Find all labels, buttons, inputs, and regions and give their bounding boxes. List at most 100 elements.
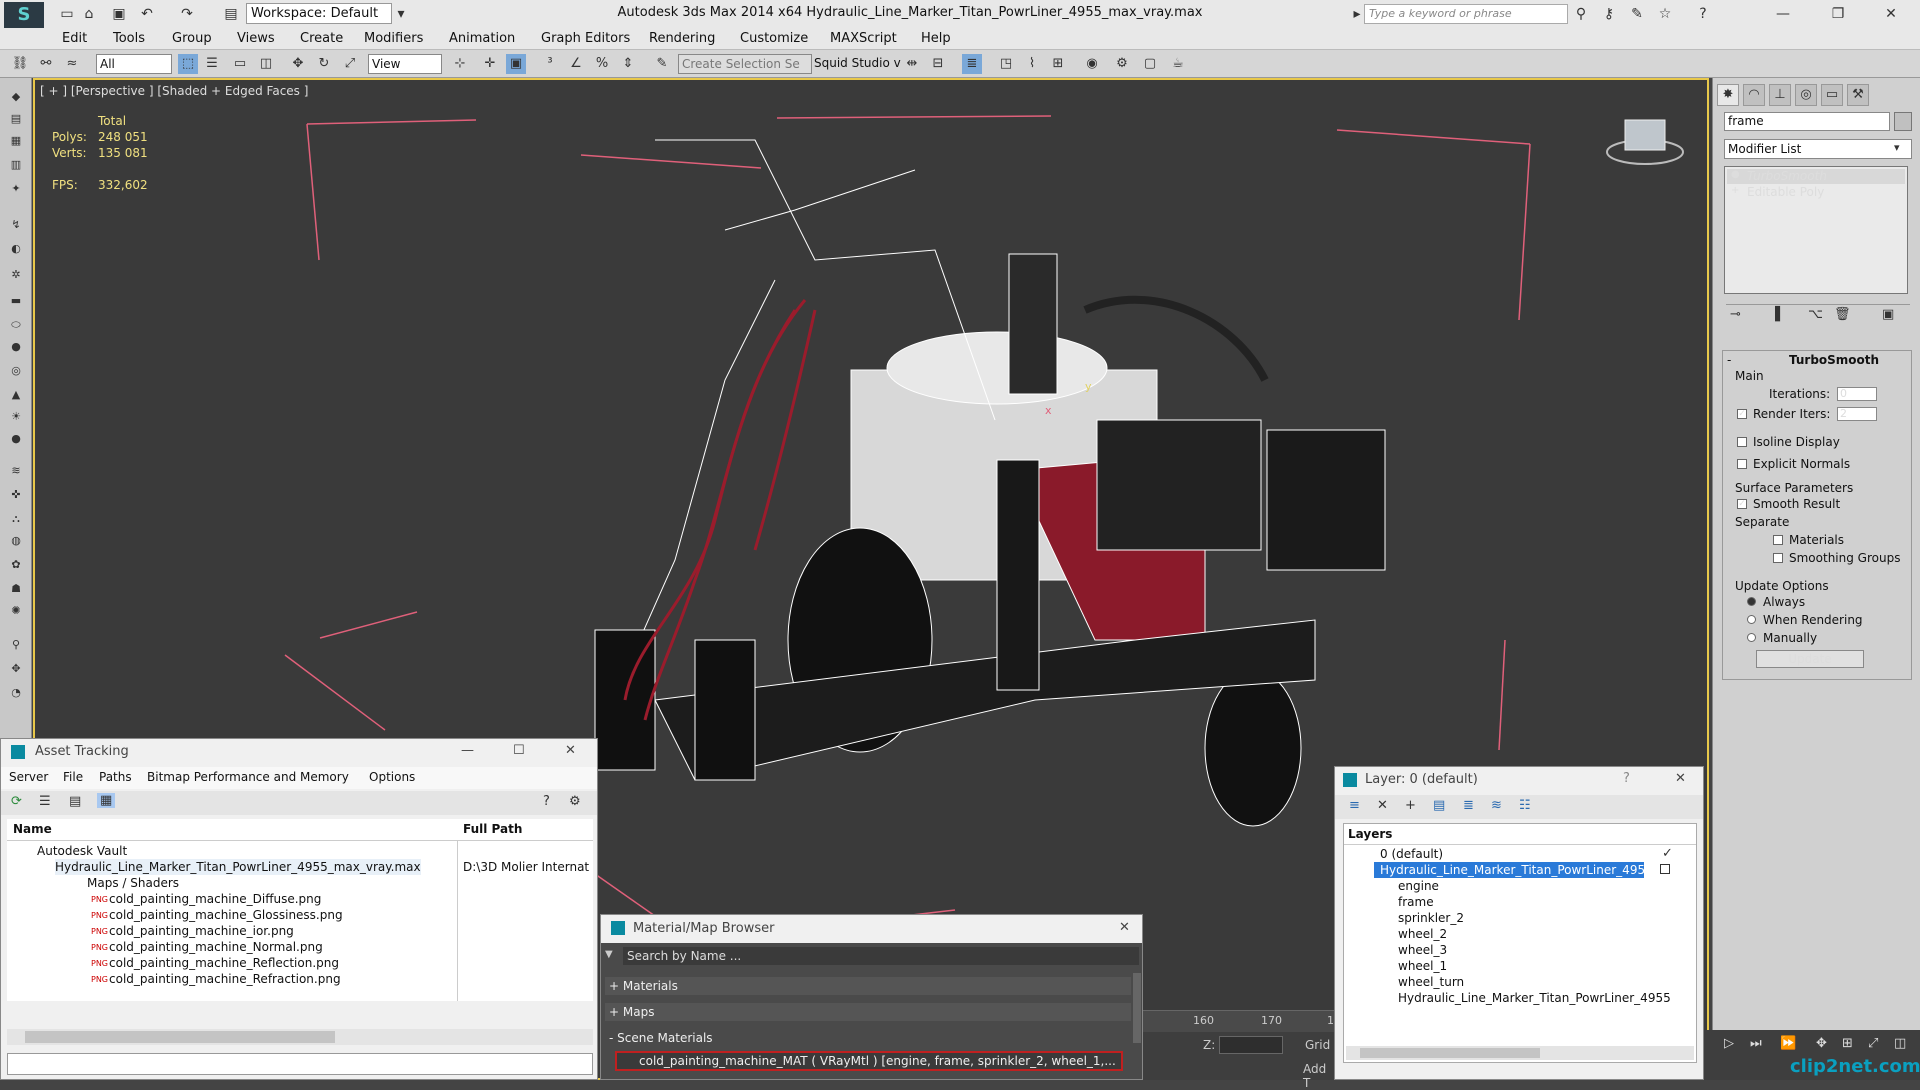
create-layer-icon[interactable]: ≡	[1349, 798, 1360, 813]
timeline-track[interactable]: 160 170 1	[1143, 1010, 1334, 1032]
menu-help[interactable]: Help	[921, 31, 951, 46]
display-tab-icon[interactable]: ▭	[1821, 84, 1843, 106]
menu-create[interactable]: Create	[300, 31, 343, 46]
curve-editor-icon[interactable]: ⌇	[1022, 54, 1042, 74]
layer-object-wheel-3[interactable]: wheel_3	[1398, 942, 1447, 958]
box-icon[interactable]: ▬	[6, 294, 26, 310]
sphere-icon[interactable]: ●	[6, 340, 26, 356]
object-color-swatch[interactable]	[1894, 112, 1912, 131]
open-file-icon[interactable]: ⌂	[80, 5, 98, 23]
rollout-title[interactable]: TurboSmooth	[1789, 353, 1879, 367]
update-button[interactable]: Update	[1756, 650, 1864, 668]
modifier-list-dropdown[interactable]: Modifier List	[1724, 139, 1912, 159]
light-icon[interactable]: ☀	[6, 410, 26, 426]
named-selection-dropdown[interactable]: Create Selection Se	[678, 54, 812, 74]
pin-stack-icon[interactable]: ⊸	[1730, 307, 1741, 322]
maximize-button[interactable]: ❐	[1823, 4, 1853, 24]
create-tab-icon[interactable]: ✸	[1717, 84, 1739, 106]
menu-views[interactable]: Views	[237, 31, 275, 46]
select-by-name-icon[interactable]: ☰	[202, 54, 222, 74]
close-button[interactable]: ✕	[1876, 4, 1906, 24]
window-crossing-icon[interactable]: ◫	[256, 54, 276, 74]
utilities-tab-icon[interactable]: ⚒	[1847, 84, 1869, 106]
pan-icon[interactable]: ✥	[6, 662, 26, 678]
unlink-icon[interactable]: ⚯	[36, 54, 56, 74]
squid-studio-label[interactable]: Squid Studio v	[814, 56, 901, 70]
spinner-snap-icon[interactable]: ⇕	[618, 54, 638, 74]
align-icon[interactable]: ⊟	[928, 54, 948, 74]
iterations-spinner[interactable]: 0	[1837, 387, 1877, 401]
scrollbar-thumb[interactable]	[1360, 1048, 1540, 1058]
when-rendering-radio[interactable]	[1747, 615, 1756, 624]
table-view-icon[interactable]: ▦	[97, 793, 116, 808]
menu-maxscript[interactable]: MAXScript	[830, 31, 897, 46]
particle-icon[interactable]: ✺	[6, 604, 26, 620]
layer-object-wheel-2[interactable]: wheel_2	[1398, 926, 1447, 942]
refresh-icon[interactable]: ⟳	[11, 794, 22, 809]
hide-all-layers-icon[interactable]: ≋	[1491, 798, 1502, 813]
vertical-scrollbar[interactable]	[1133, 973, 1141, 1043]
viewport-label[interactable]: [ + ] [Perspective ] [Shaded + Edged Fac…	[40, 84, 308, 98]
thumbnail-icon[interactable]: ▤	[69, 794, 81, 809]
hierarchy-tab-icon[interactable]: ⊥	[1769, 84, 1791, 106]
snap-toggle-icon[interactable]: ³	[540, 54, 560, 74]
render-iters-spinner[interactable]: 2	[1837, 407, 1877, 421]
explicit-normals-checkbox[interactable]	[1737, 459, 1747, 469]
scene-material-item[interactable]: cold_painting_machine_MAT ( VRayMtl ) [e…	[615, 1051, 1123, 1071]
tool-icon-8[interactable]: ✲	[6, 268, 26, 284]
table-row[interactable]: cold_painting_machine_Reflection.png	[109, 955, 339, 971]
tool-icon-1[interactable]: ◆	[6, 90, 26, 106]
motion-tab-icon[interactable]: ◎	[1795, 84, 1817, 106]
menu-rendering[interactable]: Rendering	[649, 31, 715, 46]
isoline-display-checkbox[interactable]	[1737, 437, 1747, 447]
remove-modifier-icon[interactable]: 🗑	[1834, 307, 1851, 322]
chevron-down-icon[interactable]: ▾	[392, 5, 410, 23]
layer-object-root[interactable]: Hydraulic_Line_Marker_Titan_PowrLiner_49…	[1398, 990, 1671, 1006]
cylinder-icon[interactable]: ⬭	[6, 318, 26, 334]
layer-item-default[interactable]: 0 (default)	[1380, 846, 1443, 862]
minimize-button[interactable]: —	[461, 743, 474, 758]
close-button[interactable]: ✕	[1119, 920, 1130, 935]
modifier-editable-poly[interactable]: Editable Poly	[1727, 185, 1905, 200]
schematic-view-icon[interactable]: ⊞	[1048, 54, 1068, 74]
select-in-layer-icon[interactable]: ▤	[1433, 798, 1445, 813]
table-row[interactable]: cold_painting_machine_Diffuse.png	[109, 891, 321, 907]
rotate-icon[interactable]: ↻	[314, 54, 334, 74]
ref-coord-dropdown[interactable]: View	[368, 54, 442, 74]
selection-filter-dropdown[interactable]: All	[96, 54, 172, 74]
menu-animation[interactable]: Animation	[449, 31, 515, 46]
materials-checkbox[interactable]	[1773, 535, 1783, 545]
zoom-icon[interactable]: ⚲	[6, 638, 26, 654]
save-icon[interactable]: ▣	[110, 5, 128, 23]
smoothing-groups-checkbox[interactable]	[1773, 553, 1783, 563]
geosphere-icon[interactable]: ●	[6, 432, 26, 448]
select-manipulate-icon[interactable]: ✛	[480, 54, 500, 74]
field-of-view-icon[interactable]: ⊞	[1842, 1036, 1853, 1051]
select-object-icon[interactable]: ⬚	[178, 54, 198, 74]
layer-object-sprinkler[interactable]: sprinkler_2	[1398, 910, 1464, 926]
menu-paths[interactable]: Paths	[99, 770, 132, 784]
redo-icon[interactable]: ↷	[178, 5, 196, 23]
new-file-icon[interactable]: ▭	[58, 5, 76, 23]
column-name-header[interactable]: Name	[13, 822, 52, 836]
render-iters-checkbox[interactable]: ✓	[1737, 409, 1747, 419]
search-input[interactable]: Type a keyword or phrase	[1364, 4, 1568, 24]
communication-icon[interactable]: ✎	[1628, 5, 1646, 23]
object-name-field[interactable]: frame	[1724, 112, 1890, 131]
table-row[interactable]: cold_painting_machine_ior.png	[109, 923, 294, 939]
cone-icon[interactable]: ▲	[6, 388, 26, 404]
viewcube-icon[interactable]	[1624, 119, 1666, 151]
table-row[interactable]: Autodesk Vault	[37, 843, 127, 859]
render-teapot-icon[interactable]: ☕	[1168, 54, 1188, 74]
table-row[interactable]: Maps / Shaders	[87, 875, 179, 891]
binoculars-icon[interactable]: ⚲	[1572, 5, 1590, 23]
pan-view-icon[interactable]: ⤢	[1868, 1036, 1878, 1051]
table-row[interactable]: cold_painting_machine_Glossiness.png	[109, 907, 343, 923]
expand-plus-icon[interactable]: +	[1731, 185, 1739, 196]
menu-file[interactable]: File	[63, 770, 83, 784]
menu-group[interactable]: Group	[172, 31, 212, 46]
tool-icon-6[interactable]: ↯	[6, 218, 26, 234]
list-icon[interactable]: ☰	[39, 794, 51, 809]
next-frame-icon[interactable]: ⏭	[1750, 1036, 1762, 1051]
maximize-button[interactable]: ☐	[513, 743, 525, 758]
